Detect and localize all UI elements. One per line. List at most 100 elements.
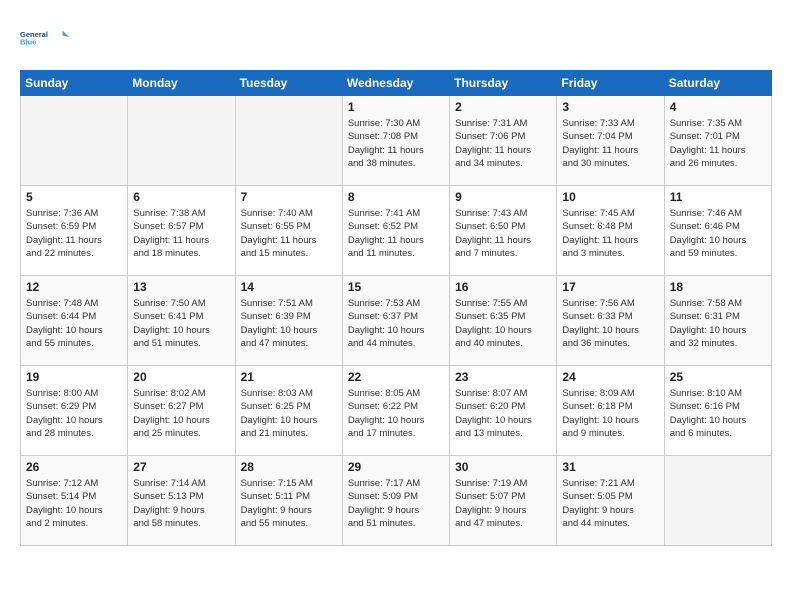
calendar-cell: 31 Sunrise: 7:21 AM Sunset: 5:05 PM Dayli… — [557, 456, 664, 546]
calendar-cell: 26 Sunrise: 7:12 AM Sunset: 5:14 PM Dayli… — [21, 456, 128, 546]
day-number: 29 — [348, 460, 444, 474]
day-info: Sunrise: 7:33 AM Sunset: 7:04 PM Dayligh… — [562, 117, 658, 170]
day-info: Sunrise: 7:41 AM Sunset: 6:52 PM Dayligh… — [348, 207, 444, 260]
calendar-cell: 19 Sunrise: 8:00 AM Sunset: 6:29 PM Dayli… — [21, 366, 128, 456]
day-number: 16 — [455, 280, 551, 294]
calendar-cell: 29 Sunrise: 7:17 AM Sunset: 5:09 PM Dayli… — [342, 456, 449, 546]
day-number: 22 — [348, 370, 444, 384]
day-number: 13 — [133, 280, 229, 294]
day-info: Sunrise: 7:30 AM Sunset: 7:08 PM Dayligh… — [348, 117, 444, 170]
day-info: Sunrise: 7:35 AM Sunset: 7:01 PM Dayligh… — [670, 117, 766, 170]
calendar-cell: 24Sunrise: 8:09 AM Sunset: 6:18 PM Dayli… — [557, 366, 664, 456]
day-number: 12 — [26, 280, 122, 294]
day-number: 2 — [455, 100, 551, 114]
calendar-cell: 8Sunrise: 7:41 AM Sunset: 6:52 PM Daylig… — [342, 186, 449, 276]
calendar-cell: 16 Sunrise: 7:55 AM Sunset: 6:35 PM Dayli… — [450, 276, 557, 366]
day-number: 7 — [241, 190, 337, 204]
header: General Blue — [20, 16, 772, 60]
calendar-cell: 1 Sunrise: 7:30 AM Sunset: 7:08 PM Daylig… — [342, 96, 449, 186]
calendar-cell: 6Sunrise: 7:38 AM Sunset: 6:57 PM Daylig… — [128, 186, 235, 276]
day-number: 20 — [133, 370, 229, 384]
calendar-cell: 11 Sunrise: 7:46 AM Sunset: 6:46 PM Dayli… — [664, 186, 771, 276]
day-number: 11 — [670, 190, 766, 204]
day-info: Sunrise: 7:55 AM Sunset: 6:35 PM Dayligh… — [455, 297, 551, 350]
day-info: Sunrise: 7:53 AM Sunset: 6:37 PM Dayligh… — [348, 297, 444, 350]
day-info: Sunrise: 7:48 AM Sunset: 6:44 PM Dayligh… — [26, 297, 122, 350]
calendar-cell: 18 Sunrise: 7:58 AM Sunset: 6:31 PM Dayli… — [664, 276, 771, 366]
weekday-header-tuesday: Tuesday — [235, 71, 342, 96]
calendar-cell: 12 Sunrise: 7:48 AM Sunset: 6:44 PM Dayli… — [21, 276, 128, 366]
day-info: Sunrise: 7:36 AM Sunset: 6:59 PM Dayligh… — [26, 207, 122, 260]
day-info: Sunrise: 7:46 AM Sunset: 6:46 PM Dayligh… — [670, 207, 766, 260]
day-number: 18 — [670, 280, 766, 294]
logo-svg: General Blue — [20, 16, 70, 60]
day-number: 17 — [562, 280, 658, 294]
day-info: Sunrise: 7:17 AM Sunset: 5:09 PM Dayligh… — [348, 477, 444, 530]
calendar-cell: 23Sunrise: 8:07 AM Sunset: 6:20 PM Dayli… — [450, 366, 557, 456]
day-number: 5 — [26, 190, 122, 204]
calendar-cell: 2Sunrise: 7:31 AM Sunset: 7:06 PM Daylig… — [450, 96, 557, 186]
day-number: 30 — [455, 460, 551, 474]
day-number: 23 — [455, 370, 551, 384]
day-number: 21 — [241, 370, 337, 384]
day-info: Sunrise: 8:00 AM Sunset: 6:29 PM Dayligh… — [26, 387, 122, 440]
day-info: Sunrise: 8:03 AM Sunset: 6:25 PM Dayligh… — [241, 387, 337, 440]
calendar-cell — [21, 96, 128, 186]
day-number: 19 — [26, 370, 122, 384]
calendar-cell: 25 Sunrise: 8:10 AM Sunset: 6:16 PM Dayli… — [664, 366, 771, 456]
day-info: Sunrise: 7:45 AM Sunset: 6:48 PM Dayligh… — [562, 207, 658, 260]
calendar-cell: 10Sunrise: 7:45 AM Sunset: 6:48 PM Dayli… — [557, 186, 664, 276]
calendar-cell: 4 Sunrise: 7:35 AM Sunset: 7:01 PM Daylig… — [664, 96, 771, 186]
day-number: 25 — [670, 370, 766, 384]
weekday-header-wednesday: Wednesday — [342, 71, 449, 96]
calendar-cell: 28Sunrise: 7:15 AM Sunset: 5:11 PM Dayli… — [235, 456, 342, 546]
calendar-cell: 30 Sunrise: 7:19 AM Sunset: 5:07 PM Dayli… — [450, 456, 557, 546]
weekday-header-monday: Monday — [128, 71, 235, 96]
calendar-cell: 7 Sunrise: 7:40 AM Sunset: 6:55 PM Daylig… — [235, 186, 342, 276]
calendar-cell: 20 Sunrise: 8:02 AM Sunset: 6:27 PM Dayli… — [128, 366, 235, 456]
day-info: Sunrise: 7:43 AM Sunset: 6:50 PM Dayligh… — [455, 207, 551, 260]
day-number: 26 — [26, 460, 122, 474]
day-number: 1 — [348, 100, 444, 114]
day-number: 28 — [241, 460, 337, 474]
calendar-cell: 3Sunrise: 7:33 AM Sunset: 7:04 PM Daylig… — [557, 96, 664, 186]
week-row-1: 1 Sunrise: 7:30 AM Sunset: 7:08 PM Daylig… — [21, 96, 772, 186]
day-info: Sunrise: 8:10 AM Sunset: 6:16 PM Dayligh… — [670, 387, 766, 440]
week-row-5: 26 Sunrise: 7:12 AM Sunset: 5:14 PM Dayli… — [21, 456, 772, 546]
day-info: Sunrise: 7:58 AM Sunset: 6:31 PM Dayligh… — [670, 297, 766, 350]
calendar-cell: 5 Sunrise: 7:36 AM Sunset: 6:59 PM Daylig… — [21, 186, 128, 276]
day-info: Sunrise: 7:21 AM Sunset: 5:05 PM Dayligh… — [562, 477, 658, 530]
day-number: 27 — [133, 460, 229, 474]
calendar-cell: 21 Sunrise: 8:03 AM Sunset: 6:25 PM Dayli… — [235, 366, 342, 456]
weekday-header-friday: Friday — [557, 71, 664, 96]
weekday-header-thursday: Thursday — [450, 71, 557, 96]
calendar-cell — [235, 96, 342, 186]
day-info: Sunrise: 8:05 AM Sunset: 6:22 PM Dayligh… — [348, 387, 444, 440]
calendar-cell: 15 Sunrise: 7:53 AM Sunset: 6:37 PM Dayli… — [342, 276, 449, 366]
day-info: Sunrise: 7:40 AM Sunset: 6:55 PM Dayligh… — [241, 207, 337, 260]
day-info: Sunrise: 7:51 AM Sunset: 6:39 PM Dayligh… — [241, 297, 337, 350]
day-info: Sunrise: 7:12 AM Sunset: 5:14 PM Dayligh… — [26, 477, 122, 530]
week-row-3: 12 Sunrise: 7:48 AM Sunset: 6:44 PM Dayli… — [21, 276, 772, 366]
week-row-4: 19 Sunrise: 8:00 AM Sunset: 6:29 PM Dayli… — [21, 366, 772, 456]
calendar-page: General Blue SundayMondayTuesdayWednesda… — [0, 0, 792, 562]
day-info: Sunrise: 7:14 AM Sunset: 5:13 PM Dayligh… — [133, 477, 229, 530]
logo: General Blue — [20, 16, 70, 60]
day-number: 4 — [670, 100, 766, 114]
day-number: 9 — [455, 190, 551, 204]
day-number: 24 — [562, 370, 658, 384]
day-number: 15 — [348, 280, 444, 294]
weekday-header-sunday: Sunday — [21, 71, 128, 96]
calendar-cell — [664, 456, 771, 546]
calendar-cell — [128, 96, 235, 186]
calendar-cell: 22 Sunrise: 8:05 AM Sunset: 6:22 PM Dayli… — [342, 366, 449, 456]
day-info: Sunrise: 7:56 AM Sunset: 6:33 PM Dayligh… — [562, 297, 658, 350]
week-row-2: 5 Sunrise: 7:36 AM Sunset: 6:59 PM Daylig… — [21, 186, 772, 276]
day-number: 31 — [562, 460, 658, 474]
calendar-cell: 9 Sunrise: 7:43 AM Sunset: 6:50 PM Daylig… — [450, 186, 557, 276]
weekday-header-row: SundayMondayTuesdayWednesdayThursdayFrid… — [21, 71, 772, 96]
day-info: Sunrise: 7:19 AM Sunset: 5:07 PM Dayligh… — [455, 477, 551, 530]
day-number: 6 — [133, 190, 229, 204]
calendar-table: SundayMondayTuesdayWednesdayThursdayFrid… — [20, 70, 772, 546]
day-info: Sunrise: 8:02 AM Sunset: 6:27 PM Dayligh… — [133, 387, 229, 440]
